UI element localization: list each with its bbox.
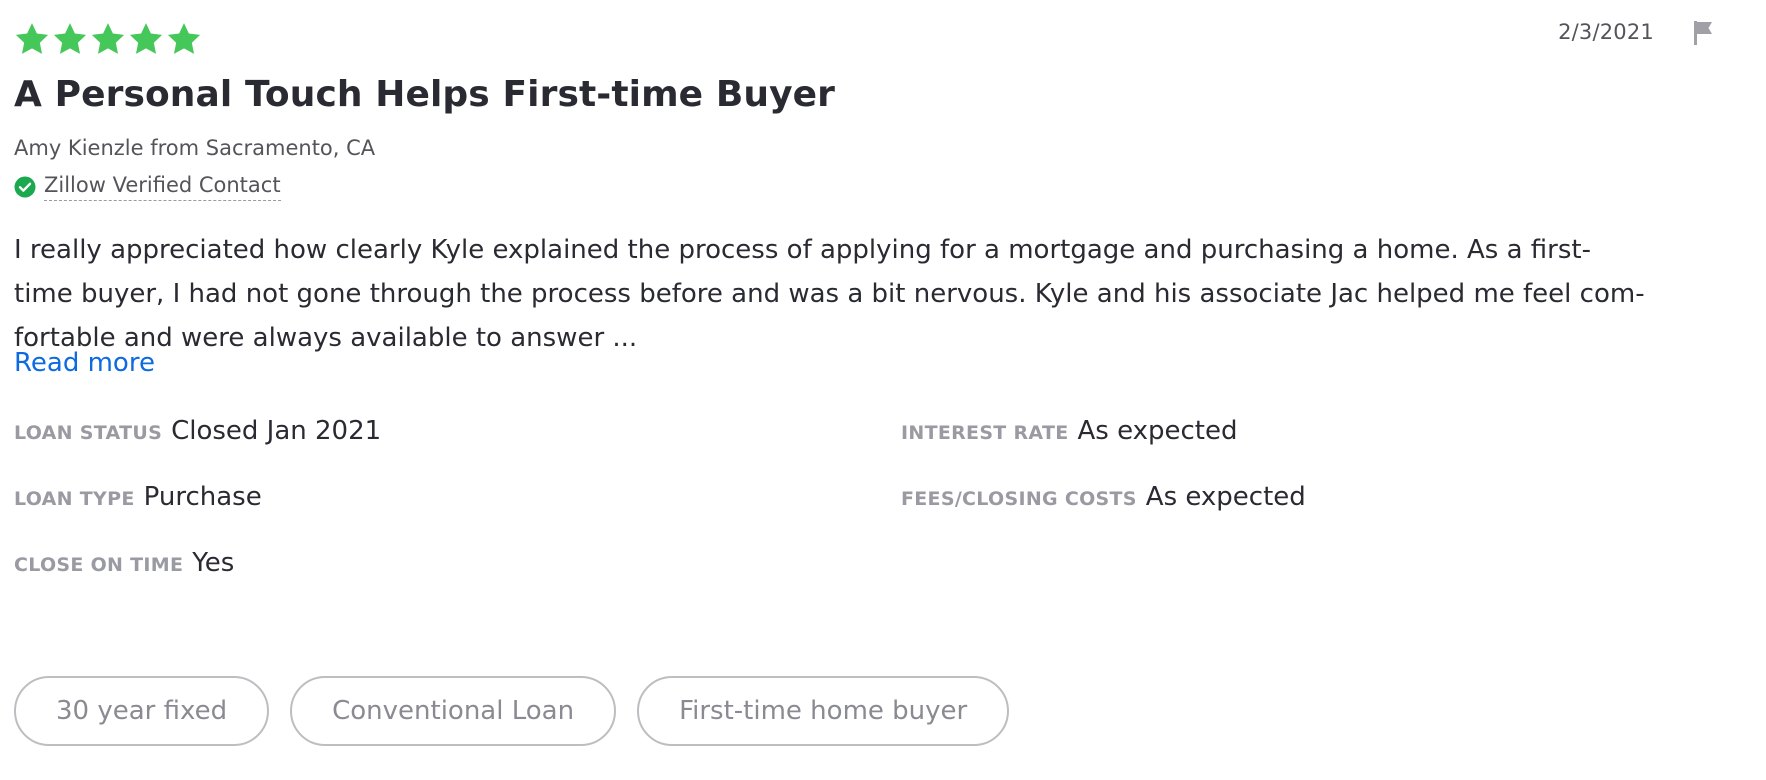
detail-label: INTEREST RATE: [901, 422, 1069, 444]
review-card: 2/3/2021 A Personal Touch Helps First-ti…: [14, 0, 1744, 780]
reviewer-name: Amy Kienzle from Sacramento, CA: [14, 136, 376, 160]
detail-loan-status: LOAN STATUS Closed Jan 2021: [14, 416, 381, 446]
detail-label: CLOSE ON TIME: [14, 554, 184, 576]
tag-list: 30 year fixed Conventional Loan First-ti…: [14, 676, 1010, 746]
tag-conventional-loan: Conventional Loan: [290, 676, 617, 746]
flag-icon[interactable]: [1693, 20, 1715, 46]
review-title: A Personal Touch Helps First-time Buyer: [14, 74, 836, 115]
detail-fees-closing-costs: FEES/CLOSING COSTS As expected: [901, 482, 1306, 512]
detail-value: Yes: [192, 548, 235, 578]
detail-value: Closed Jan 2021: [171, 416, 382, 446]
review-body: I really appreciated how clearly Kyle ex…: [14, 228, 1739, 360]
detail-interest-rate: INTEREST RATE As expected: [901, 416, 1238, 446]
review-body-line: I really appreciated how clearly Kyle ex…: [14, 235, 1591, 265]
review-body-line: fortable and were always available to an…: [14, 323, 638, 353]
detail-value: As expected: [1145, 482, 1306, 512]
star-icon: [166, 22, 202, 56]
tag-30-year-fixed: 30 year fixed: [14, 676, 270, 746]
detail-label: LOAN TYPE: [14, 488, 135, 510]
star-icon: [128, 22, 164, 56]
star-icon: [90, 22, 126, 56]
detail-value: Purchase: [143, 482, 262, 512]
review-date: 2/3/2021: [1558, 20, 1654, 44]
verified-contact-label[interactable]: Zillow Verified Contact: [44, 173, 281, 201]
check-circle-icon: [14, 176, 36, 198]
review-body-line: time buyer, I had not gone through the p…: [14, 279, 1645, 309]
detail-close-on-time: CLOSE ON TIME Yes: [14, 548, 234, 578]
star-icon: [14, 22, 50, 56]
star-rating: [14, 22, 202, 56]
detail-value: As expected: [1077, 416, 1238, 446]
detail-loan-type: LOAN TYPE Purchase: [14, 482, 262, 512]
star-icon: [52, 22, 88, 56]
detail-label: FEES/CLOSING COSTS: [901, 488, 1137, 510]
detail-label: LOAN STATUS: [14, 422, 163, 444]
read-more-link[interactable]: Read more: [14, 348, 155, 378]
tag-first-time-home-buyer: First-time home buyer: [637, 676, 1010, 746]
verified-contact: Zillow Verified Contact: [14, 173, 281, 201]
